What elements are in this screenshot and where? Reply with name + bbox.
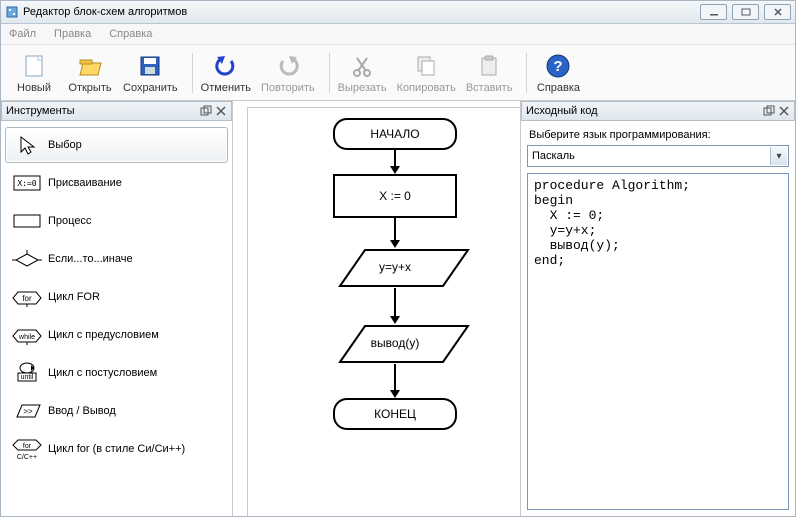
svg-text:until: until — [21, 374, 34, 381]
toolbar-separator — [526, 53, 527, 93]
flow-end[interactable]: КОНЕЦ — [333, 398, 457, 430]
undo-icon — [212, 52, 240, 80]
cut-button[interactable]: Вырезать — [338, 52, 387, 94]
window-title: Редактор блок-схем алгоритмов — [23, 6, 700, 18]
toolbar-separator — [192, 53, 193, 93]
svg-text:for: for — [23, 443, 32, 450]
help-button[interactable]: ? Справка — [535, 52, 581, 94]
redo-button[interactable]: Повторить — [261, 52, 315, 94]
redo-icon — [274, 52, 302, 80]
save-icon — [136, 52, 164, 80]
flow-assign[interactable]: X := 0 — [333, 174, 457, 218]
close-button[interactable] — [764, 4, 791, 20]
new-button[interactable]: Новый — [11, 52, 57, 94]
canvas-area: НАЧАЛО X := 0 y=y+x вывод(y) — [233, 101, 521, 516]
flow-io-label: вывод(y) — [320, 336, 470, 350]
tool-label: Цикл FOR — [48, 291, 100, 303]
minimize-button[interactable] — [700, 4, 727, 20]
until-loop-icon: until — [12, 362, 42, 384]
save-button[interactable]: Сохранить — [123, 52, 178, 94]
flow-assign-label: X := 0 — [379, 189, 411, 203]
source-panel-title-text: Исходный код — [526, 105, 760, 117]
tool-label: Цикл с предусловием — [48, 329, 159, 341]
help-icon: ? — [544, 52, 572, 80]
tools-panel-title: Инструменты — [1, 101, 232, 121]
while-loop-icon: while — [12, 325, 42, 345]
flow-end-label: КОНЕЦ — [374, 407, 416, 421]
tool-label: Выбор — [48, 139, 82, 151]
copy-button[interactable]: Копировать — [397, 52, 456, 94]
tools-panel-title-text: Инструменты — [6, 105, 197, 117]
tool-label: Ввод / Вывод — [48, 405, 116, 417]
app-window: Редактор блок-схем алгоритмов Файл Правк… — [0, 0, 796, 517]
tool-label: Цикл for (в стиле Си/Си++) — [48, 443, 185, 455]
tool-process[interactable]: Процесс — [5, 203, 228, 239]
cursor-icon — [12, 134, 42, 156]
menu-file[interactable]: Файл — [9, 28, 36, 40]
undo-button[interactable]: Отменить — [201, 52, 251, 94]
folder-open-icon — [76, 52, 104, 80]
main-body: Инструменты Выбор X:=0 — [1, 101, 795, 516]
tool-select[interactable]: Выбор — [5, 127, 228, 163]
tools-panel: Инструменты Выбор X:=0 — [1, 101, 233, 516]
cfor-icon: for C/C++ — [12, 437, 42, 461]
flow-process[interactable]: y=y+x — [320, 248, 470, 288]
flow-process-label: y=y+x — [320, 260, 470, 274]
tool-while[interactable]: while Цикл с предусловием — [5, 317, 228, 353]
panel-restore-icon[interactable] — [762, 105, 775, 118]
decision-icon — [12, 249, 42, 269]
maximize-button[interactable] — [732, 4, 759, 20]
language-selected: Паскаль — [532, 150, 575, 162]
copy-icon — [412, 52, 440, 80]
svg-text:for: for — [22, 294, 32, 303]
source-code[interactable]: procedure Algorithm; begin X := 0; y=y+x… — [527, 173, 789, 510]
svg-text:while: while — [18, 334, 35, 341]
chevron-down-icon: ▾ — [770, 147, 787, 165]
tool-cfor[interactable]: for C/C++ Цикл for (в стиле Си/Си++) — [5, 431, 228, 467]
panel-restore-icon[interactable] — [199, 105, 212, 118]
menu-edit[interactable]: Правка — [54, 28, 91, 40]
svg-text:C/C++: C/C++ — [17, 454, 37, 461]
flow-start[interactable]: НАЧАЛО — [333, 118, 457, 150]
tool-label: Процесс — [48, 215, 91, 227]
app-icon — [5, 5, 19, 19]
toolbar-separator — [329, 53, 330, 93]
paste-button[interactable]: Вставить — [466, 52, 513, 94]
window-controls — [700, 4, 791, 20]
language-label: Выберите язык программирования: — [529, 129, 789, 141]
panel-close-icon[interactable] — [214, 105, 227, 118]
titlebar: Редактор блок-схем алгоритмов — [1, 1, 795, 24]
menu-help[interactable]: Справка — [109, 28, 152, 40]
io-icon: >> — [12, 403, 42, 419]
for-loop-icon: for — [12, 287, 42, 307]
source-panel: Исходный код Выберите язык программирова… — [521, 101, 795, 516]
svg-text:?: ? — [554, 58, 563, 75]
tool-io[interactable]: >> Ввод / Вывод — [5, 393, 228, 429]
source-body: Выберите язык программирования: Паскаль … — [521, 121, 795, 516]
tool-label: Цикл с постусловием — [48, 367, 157, 379]
open-button[interactable]: Открыть — [67, 52, 113, 94]
svg-text:X:=0: X:=0 — [17, 179, 36, 188]
source-panel-title: Исходный код — [521, 101, 795, 121]
tool-assignment[interactable]: X:=0 Присваивание — [5, 165, 228, 201]
menubar: Файл Правка Справка — [1, 24, 795, 45]
tool-list: Выбор X:=0 Присваивание Процесс — [1, 121, 232, 516]
cut-icon — [348, 52, 376, 80]
flow-io[interactable]: вывод(y) — [320, 324, 470, 364]
tool-for[interactable]: for Цикл FOR — [5, 279, 228, 315]
new-file-icon — [20, 52, 48, 80]
process-icon — [12, 214, 42, 228]
tool-if[interactable]: Если...то...иначе — [5, 241, 228, 277]
flow-start-label: НАЧАЛО — [370, 127, 419, 141]
assignment-icon: X:=0 — [12, 175, 42, 191]
paste-icon — [475, 52, 503, 80]
toolbar: Новый Открыть Сохранить Отменить Повтор — [1, 45, 795, 101]
tool-until[interactable]: until Цикл с постусловием — [5, 355, 228, 391]
flowchart-canvas[interactable]: НАЧАЛО X := 0 y=y+x вывод(y) — [247, 107, 521, 516]
svg-text:>>: >> — [23, 407, 33, 416]
tool-label: Если...то...иначе — [48, 253, 133, 265]
tool-label: Присваивание — [48, 177, 122, 189]
panel-close-icon[interactable] — [777, 105, 790, 118]
language-select[interactable]: Паскаль ▾ — [527, 145, 789, 167]
